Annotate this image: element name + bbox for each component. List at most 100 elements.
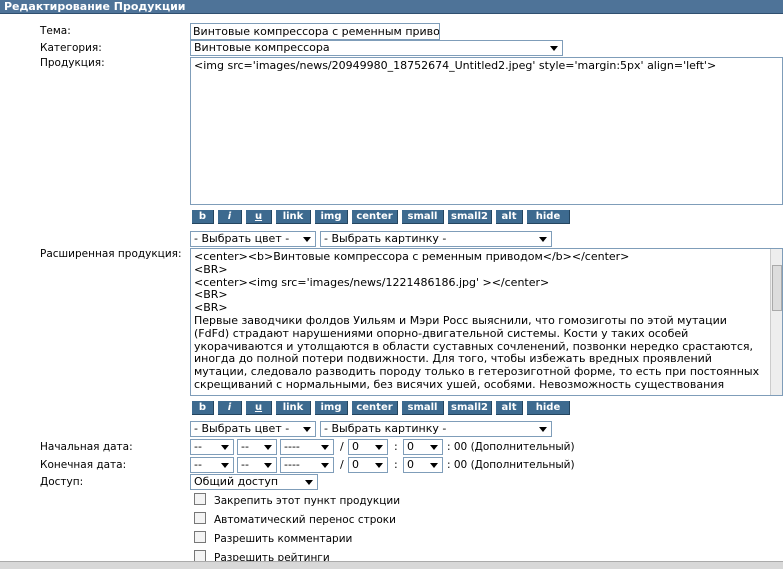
date-separator: / [340,458,344,471]
end-month-value: -- [241,458,249,471]
chevron-down-icon [536,423,550,435]
toolbar-bold-button[interactable]: b [192,401,214,415]
chevron-down-icon [547,42,561,54]
toolbar-small2-button[interactable]: small2 [448,210,492,224]
start-year-value: ---- [284,440,300,453]
end-minute-select[interactable]: 0 [403,457,443,473]
end-day-select[interactable]: -- [190,457,234,473]
pin-checkbox[interactable] [194,493,206,505]
chevron-down-icon [372,459,386,471]
start-date-label: Начальная дата: [40,441,133,453]
toolbar-alt-button[interactable]: alt [496,401,523,415]
toolbar-img-button[interactable]: img [315,210,348,224]
toolbar-hide-button[interactable]: hide [527,401,570,415]
start-day-select[interactable]: -- [190,439,234,455]
scrollbar-thumb[interactable] [772,265,782,311]
end-hour-select[interactable]: 0 [348,457,388,473]
chevron-down-icon [261,459,275,471]
end-month-select[interactable]: -- [237,457,277,473]
chevron-down-icon [218,441,232,453]
category-select[interactable]: Винтовые компрессора [190,40,563,56]
theme-input[interactable]: Винтовые компрессора с ременным приво [190,23,440,40]
start-hour-value: 0 [352,440,359,453]
end-day-value: -- [194,458,202,471]
toolbar-underline-button[interactable]: u [246,210,272,224]
extended-line: <BR> [194,262,228,276]
extended-line: скрещиваний с нормальными, без висячих у… [194,377,725,391]
start-day-value: -- [194,440,202,453]
chevron-down-icon [302,476,316,488]
end-minute-value: 0 [407,458,414,471]
start-time-suffix: : 00 (Дополнительный) [447,441,575,453]
toolbar-small-button[interactable]: small [402,401,444,415]
toolbar-small-button[interactable]: small [402,210,444,224]
chevron-down-icon [300,233,314,245]
toolbar-img-button[interactable]: img [315,401,348,415]
extended-scrollbar[interactable] [770,249,782,395]
end-date-label: Конечная дата: [40,459,127,471]
chevron-down-icon [427,459,441,471]
end-time-suffix: : 00 (Дополнительный) [447,459,575,471]
extended-line: Первые заводчики фолдов Уильям и Мэри Ро… [194,313,727,327]
toolbar-small2-button[interactable]: small2 [448,401,492,415]
product-textarea-content: <img src='images/news/20949980_18752674_… [194,59,717,72]
chevron-down-icon [261,441,275,453]
autowrap-checkbox-label: Автоматический перенос строки [214,514,396,526]
end-hour-value: 0 [352,458,359,471]
start-hour-select[interactable]: 0 [348,439,388,455]
access-select[interactable]: Общий доступ [190,474,318,490]
toolbar-center-button[interactable]: center [352,401,398,415]
toolbar-alt-button[interactable]: alt [496,210,523,224]
toolbar-link-button[interactable]: link [276,210,311,224]
comments-checkbox[interactable] [194,531,206,543]
end-year-select[interactable]: ---- [280,457,334,473]
start-year-select[interactable]: ---- [280,439,334,455]
start-month-select[interactable]: -- [237,439,277,455]
chevron-down-icon [536,233,550,245]
category-label: Категория: [40,42,102,54]
access-select-value: Общий доступ [194,475,279,488]
theme-label: Тема: [40,25,71,37]
access-label: Доступ: [40,476,84,488]
color-select-top-value: - Выбрать цвет - [194,232,290,245]
comments-checkbox-label: Разрешить комментарии [214,533,353,545]
color-select-top[interactable]: - Выбрать цвет - [190,231,316,247]
product-label: Продукция: [40,57,105,69]
extended-textarea[interactable]: <center><b>Винтовые компрессора с ременн… [190,248,783,396]
category-select-value: Винтовые компрессора [194,41,330,54]
toolbar-link-button[interactable]: link [276,401,311,415]
date-separator: / [340,440,344,453]
end-year-value: ---- [284,458,300,471]
chevron-down-icon [300,423,314,435]
chevron-down-icon [218,459,232,471]
chevron-down-icon [318,441,332,453]
color-select-bottom-value: - Выбрать цвет - [194,422,290,435]
toolbar-italic-button[interactable]: i [218,210,242,224]
toolbar-center-button[interactable]: center [352,210,398,224]
image-select-top-value: - Выбрать картинку - [324,232,447,245]
autowrap-checkbox[interactable] [194,512,206,524]
extended-line: (FdFd) страдают нарушениями опорно-двига… [194,326,689,340]
chevron-down-icon [427,441,441,453]
start-minute-value: 0 [407,440,414,453]
toolbar-underline-button[interactable]: u [246,401,272,415]
extended-label: Расширенная продукция: [40,248,182,260]
toolbar-italic-button[interactable]: i [218,401,242,415]
chevron-down-icon [372,441,386,453]
extended-line: <BR> [194,288,228,302]
chevron-down-icon [318,459,332,471]
start-month-value: -- [241,440,249,453]
time-separator: : [394,458,398,471]
product-textarea[interactable]: <img src='images/news/20949980_18752674_… [190,57,783,205]
toolbar-hide-button[interactable]: hide [527,210,570,224]
toolbar-bold-button[interactable]: b [192,210,214,224]
extended-line: <center><img src='images/news/1221486186… [194,275,550,289]
extended-line: <center><b>Винтовые компрессора с ременн… [194,250,630,263]
page-title: Редактирование Продукции [0,0,783,14]
color-select-bottom[interactable]: - Выбрать цвет - [190,421,316,437]
pin-checkbox-label: Закрепить этот пункт продукции [214,495,401,507]
time-separator: : [394,440,398,453]
image-select-bottom[interactable]: - Выбрать картинку - [320,421,552,437]
image-select-top[interactable]: - Выбрать картинку - [320,231,552,247]
start-minute-select[interactable]: 0 [403,439,443,455]
